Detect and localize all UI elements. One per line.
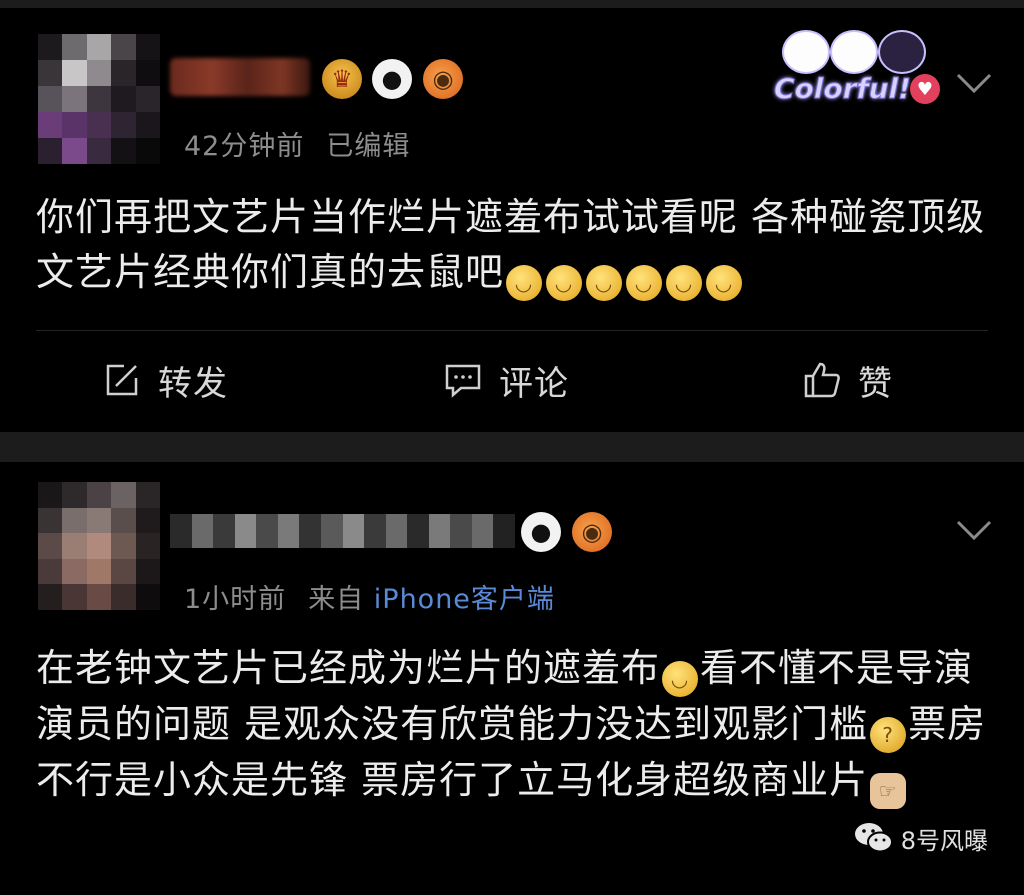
kuromi-icon	[878, 30, 926, 74]
actions-divider	[36, 330, 988, 331]
fish-badge-icon: ◉	[572, 512, 612, 552]
post-card-1: ♛ ● ◉ 42分钟前 已编辑 Colorful! ♥ 你们再把文艺片当作烂片遮羞…	[0, 8, 1024, 432]
wechat-icon	[854, 823, 893, 853]
source-link[interactable]: iPhone客户端	[374, 584, 555, 615]
panda-badge-icon: ●	[372, 59, 412, 99]
post-content: 在老钟文艺片已经成为烂片的遮羞布 ◡ 看不懂不是导演演员的问题 是观众没有欣赏能力没…	[36, 641, 996, 809]
post-card-2: ● ◉ 1小时前 来自 iPhone客户端 在老钟文艺片已经成为烂片的遮羞布 ◡ 看不…	[0, 462, 1024, 895]
like-label: 赞	[858, 363, 893, 404]
post-time: 1小时前	[184, 584, 287, 615]
cinnamoroll-icon	[782, 30, 830, 74]
grimace-emoji-icon: ◡	[586, 265, 623, 301]
hello-kitty-icon	[830, 30, 878, 74]
post-text-part-1: 在老钟文艺片已经成为烂片的遮羞布	[36, 646, 661, 690]
watermark: 8号风曝	[853, 820, 988, 856]
chevron-down-icon[interactable]	[954, 63, 994, 103]
username-blurred[interactable]	[170, 58, 310, 96]
post-meta: 42分钟前 已编辑	[184, 124, 410, 163]
edited-label: 已编辑	[326, 131, 411, 162]
repost-label: 转发	[158, 363, 228, 404]
grimace-emoji-icon: ◡	[546, 265, 583, 301]
post-content: 你们再把文艺片当作烂片遮羞布试试看呢 各种碰瓷顶级文艺片经典你们真的去鼠吧 ◡ ◡ ◡…	[36, 190, 996, 301]
comment-label: 评论	[499, 363, 569, 404]
smile-emoji-icon: ◡	[662, 661, 699, 697]
post-time: 42分钟前	[184, 131, 305, 162]
chevron-down-icon[interactable]	[954, 510, 994, 550]
sticker-text: Colorful!	[774, 72, 912, 106]
pointing-hand-emoji-icon: ☞	[870, 773, 907, 809]
thumbs-up-icon	[804, 362, 840, 398]
top-strip	[0, 0, 1024, 8]
grimace-emoji-icon: ◡	[626, 265, 663, 301]
avatar[interactable]	[38, 482, 160, 610]
panda-badge-icon: ●	[521, 512, 561, 552]
thinking-emoji-icon: ?	[870, 717, 907, 753]
post-divider	[0, 432, 1024, 462]
share-icon	[106, 364, 138, 396]
grimace-emoji-icon: ◡	[506, 265, 543, 301]
comment-button[interactable]: 评论	[443, 358, 569, 404]
like-button[interactable]: 赞	[802, 358, 893, 404]
source-prefix: 来自	[308, 584, 365, 615]
comment-icon	[445, 364, 481, 398]
repost-button[interactable]: 转发	[102, 358, 228, 404]
avatar[interactable]	[38, 34, 160, 164]
colorful-sticker: Colorful! ♥	[752, 22, 944, 114]
post-meta: 1小时前 来自 iPhone客户端	[184, 577, 555, 616]
crown-badge-icon: ♛	[322, 59, 362, 99]
watermark-text: 8号风曝	[900, 826, 988, 855]
username-blurred[interactable]	[170, 514, 515, 548]
heart-icon: ♥	[910, 74, 940, 104]
grimace-emoji-icon: ◡	[706, 265, 743, 301]
fish-badge-icon: ◉	[423, 59, 463, 99]
grimace-emoji-icon: ◡	[666, 265, 703, 301]
